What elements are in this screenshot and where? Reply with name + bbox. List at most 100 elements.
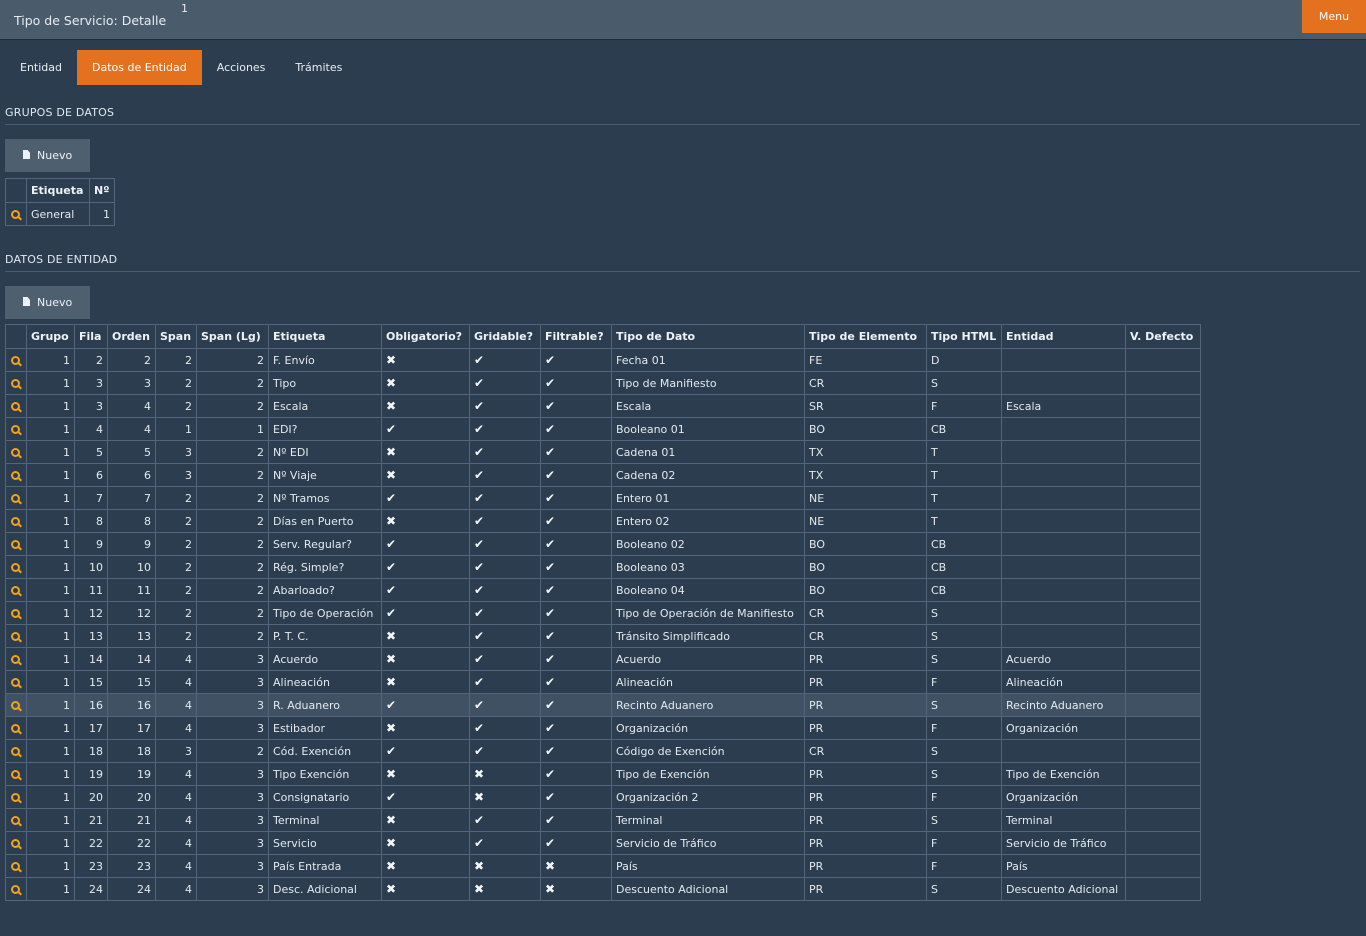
- search-icon[interactable]: [10, 654, 22, 666]
- datos-cell-grupo: 1: [26, 417, 75, 441]
- datos-header-span: Span: [155, 324, 197, 349]
- datos-row-action[interactable]: [5, 693, 27, 717]
- search-icon[interactable]: [10, 700, 22, 712]
- menu-button[interactable]: Menu: [1302, 0, 1366, 33]
- search-icon[interactable]: [10, 861, 22, 873]
- datos-row-action[interactable]: [5, 509, 27, 533]
- datos-row-action[interactable]: [5, 463, 27, 487]
- datos-cell-fila: 23: [74, 854, 108, 878]
- new-dato-button[interactable]: Nuevo: [5, 286, 90, 319]
- datos-row-action[interactable]: [5, 440, 27, 464]
- search-icon[interactable]: [10, 539, 22, 551]
- datos-row-action[interactable]: [5, 371, 27, 395]
- search-icon[interactable]: [10, 723, 22, 735]
- datos-row-action[interactable]: [5, 831, 27, 855]
- tab-acciones[interactable]: Acciones: [202, 50, 281, 85]
- datos-row-action[interactable]: [5, 394, 27, 418]
- check-icon: ✔: [386, 537, 397, 551]
- search-icon[interactable]: [10, 608, 22, 620]
- datos-cell-obligatorio: ✔: [381, 785, 470, 809]
- search-icon[interactable]: [10, 493, 22, 505]
- datos-row-action[interactable]: [5, 670, 27, 694]
- check-icon: ✔: [545, 353, 556, 367]
- datos-row-action[interactable]: [5, 716, 27, 740]
- new-grupo-button[interactable]: Nuevo: [5, 139, 90, 172]
- datos-cell-grupo: 1: [26, 463, 75, 487]
- cross-icon: ✖: [386, 859, 397, 873]
- search-icon[interactable]: [10, 585, 22, 597]
- datos-cell-v-defecto: [1125, 716, 1201, 740]
- datos-cell-obligatorio: ✖: [381, 624, 470, 648]
- search-icon[interactable]: [10, 378, 22, 390]
- check-icon: ✔: [474, 353, 485, 367]
- datos-cell-tipo-html: S: [926, 877, 1002, 901]
- datos-cell-orden: 10: [107, 555, 156, 579]
- datos-row-action[interactable]: [5, 762, 27, 786]
- datos-row-action[interactable]: [5, 739, 27, 763]
- datos-row-action[interactable]: [5, 555, 27, 579]
- datos-cell-entidad: [1001, 486, 1126, 510]
- datos-cell-obligatorio: ✖: [381, 348, 470, 372]
- datos-row-action[interactable]: [5, 808, 27, 832]
- datos-cell-tipo-elemento: PR: [804, 693, 927, 717]
- search-icon[interactable]: [10, 815, 22, 827]
- grupos-row-action[interactable]: [5, 202, 27, 226]
- search-icon[interactable]: [10, 746, 22, 758]
- datos-cell-tipo-dato: Alineación: [611, 670, 805, 694]
- datos-row-action[interactable]: [5, 785, 27, 809]
- datos-cell-tipo-dato: Servicio de Tráfico: [611, 831, 805, 855]
- datos-row-action[interactable]: [5, 877, 27, 901]
- datos-header-grupo: Grupo: [26, 324, 75, 349]
- tab-datos-de-entidad[interactable]: Datos de Entidad: [77, 50, 202, 85]
- search-icon[interactable]: [10, 355, 22, 367]
- check-icon: ✔: [545, 583, 556, 597]
- datos-row-action[interactable]: [5, 578, 27, 602]
- search-icon[interactable]: [10, 470, 22, 482]
- datos-row-action[interactable]: [5, 486, 27, 510]
- datos-cell-orden: 22: [107, 831, 156, 855]
- datos-header-span-lg: Span (Lg): [196, 324, 269, 349]
- datos-cell-etiqueta: Servicio: [268, 831, 382, 855]
- datos-row-action[interactable]: [5, 854, 27, 878]
- search-icon[interactable]: [10, 424, 22, 436]
- datos-cell-grupo: 1: [26, 555, 75, 579]
- search-icon[interactable]: [10, 209, 22, 221]
- datos-row-action[interactable]: [5, 532, 27, 556]
- search-icon[interactable]: [10, 677, 22, 689]
- tab-tramites[interactable]: Trámites: [280, 50, 357, 85]
- cross-icon: ✖: [386, 882, 397, 896]
- datos-cell-tipo-dato: Booleano 04: [611, 578, 805, 602]
- search-icon[interactable]: [10, 447, 22, 459]
- datos-row-action[interactable]: [5, 647, 27, 671]
- search-icon[interactable]: [10, 838, 22, 850]
- search-icon[interactable]: [10, 401, 22, 413]
- datos-cell-tipo-elemento: PR: [804, 670, 927, 694]
- datos-cell-tipo-elemento: BO: [804, 578, 927, 602]
- datos-cell-etiqueta: Alineación: [268, 670, 382, 694]
- datos-row-action[interactable]: [5, 624, 27, 648]
- datos-section-title: DATOS DE ENTIDAD: [5, 253, 1360, 272]
- datos-header-tipo-dato: Tipo de Dato: [611, 324, 805, 349]
- search-icon[interactable]: [10, 769, 22, 781]
- datos-row-action[interactable]: [5, 417, 27, 441]
- datos-cell-span-lg: 3: [196, 670, 269, 694]
- check-icon: ✔: [545, 468, 556, 482]
- search-icon[interactable]: [10, 631, 22, 643]
- check-icon: ✔: [474, 537, 485, 551]
- datos-cell-tipo-html: T: [926, 486, 1002, 510]
- datos-cell-entidad: [1001, 532, 1126, 556]
- datos-cell-v-defecto: [1125, 808, 1201, 832]
- search-icon[interactable]: [10, 792, 22, 804]
- datos-cell-tipo-dato: Tránsito Simplificado: [611, 624, 805, 648]
- search-icon[interactable]: [10, 516, 22, 528]
- datos-row-action[interactable]: [5, 601, 27, 625]
- datos-cell-gridable: ✔: [469, 601, 541, 625]
- search-icon[interactable]: [10, 562, 22, 574]
- tab-entidad[interactable]: Entidad: [5, 50, 77, 85]
- datos-cell-etiqueta: Tipo de Operación: [268, 601, 382, 625]
- datos-cell-orden: 24: [107, 877, 156, 901]
- datos-row: 1 23 23 4 3 País Entrada ✖ ✖ ✖ País PR F País: [5, 854, 1201, 878]
- check-icon: ✔: [474, 491, 485, 505]
- search-icon[interactable]: [10, 884, 22, 896]
- datos-row-action[interactable]: [5, 348, 27, 372]
